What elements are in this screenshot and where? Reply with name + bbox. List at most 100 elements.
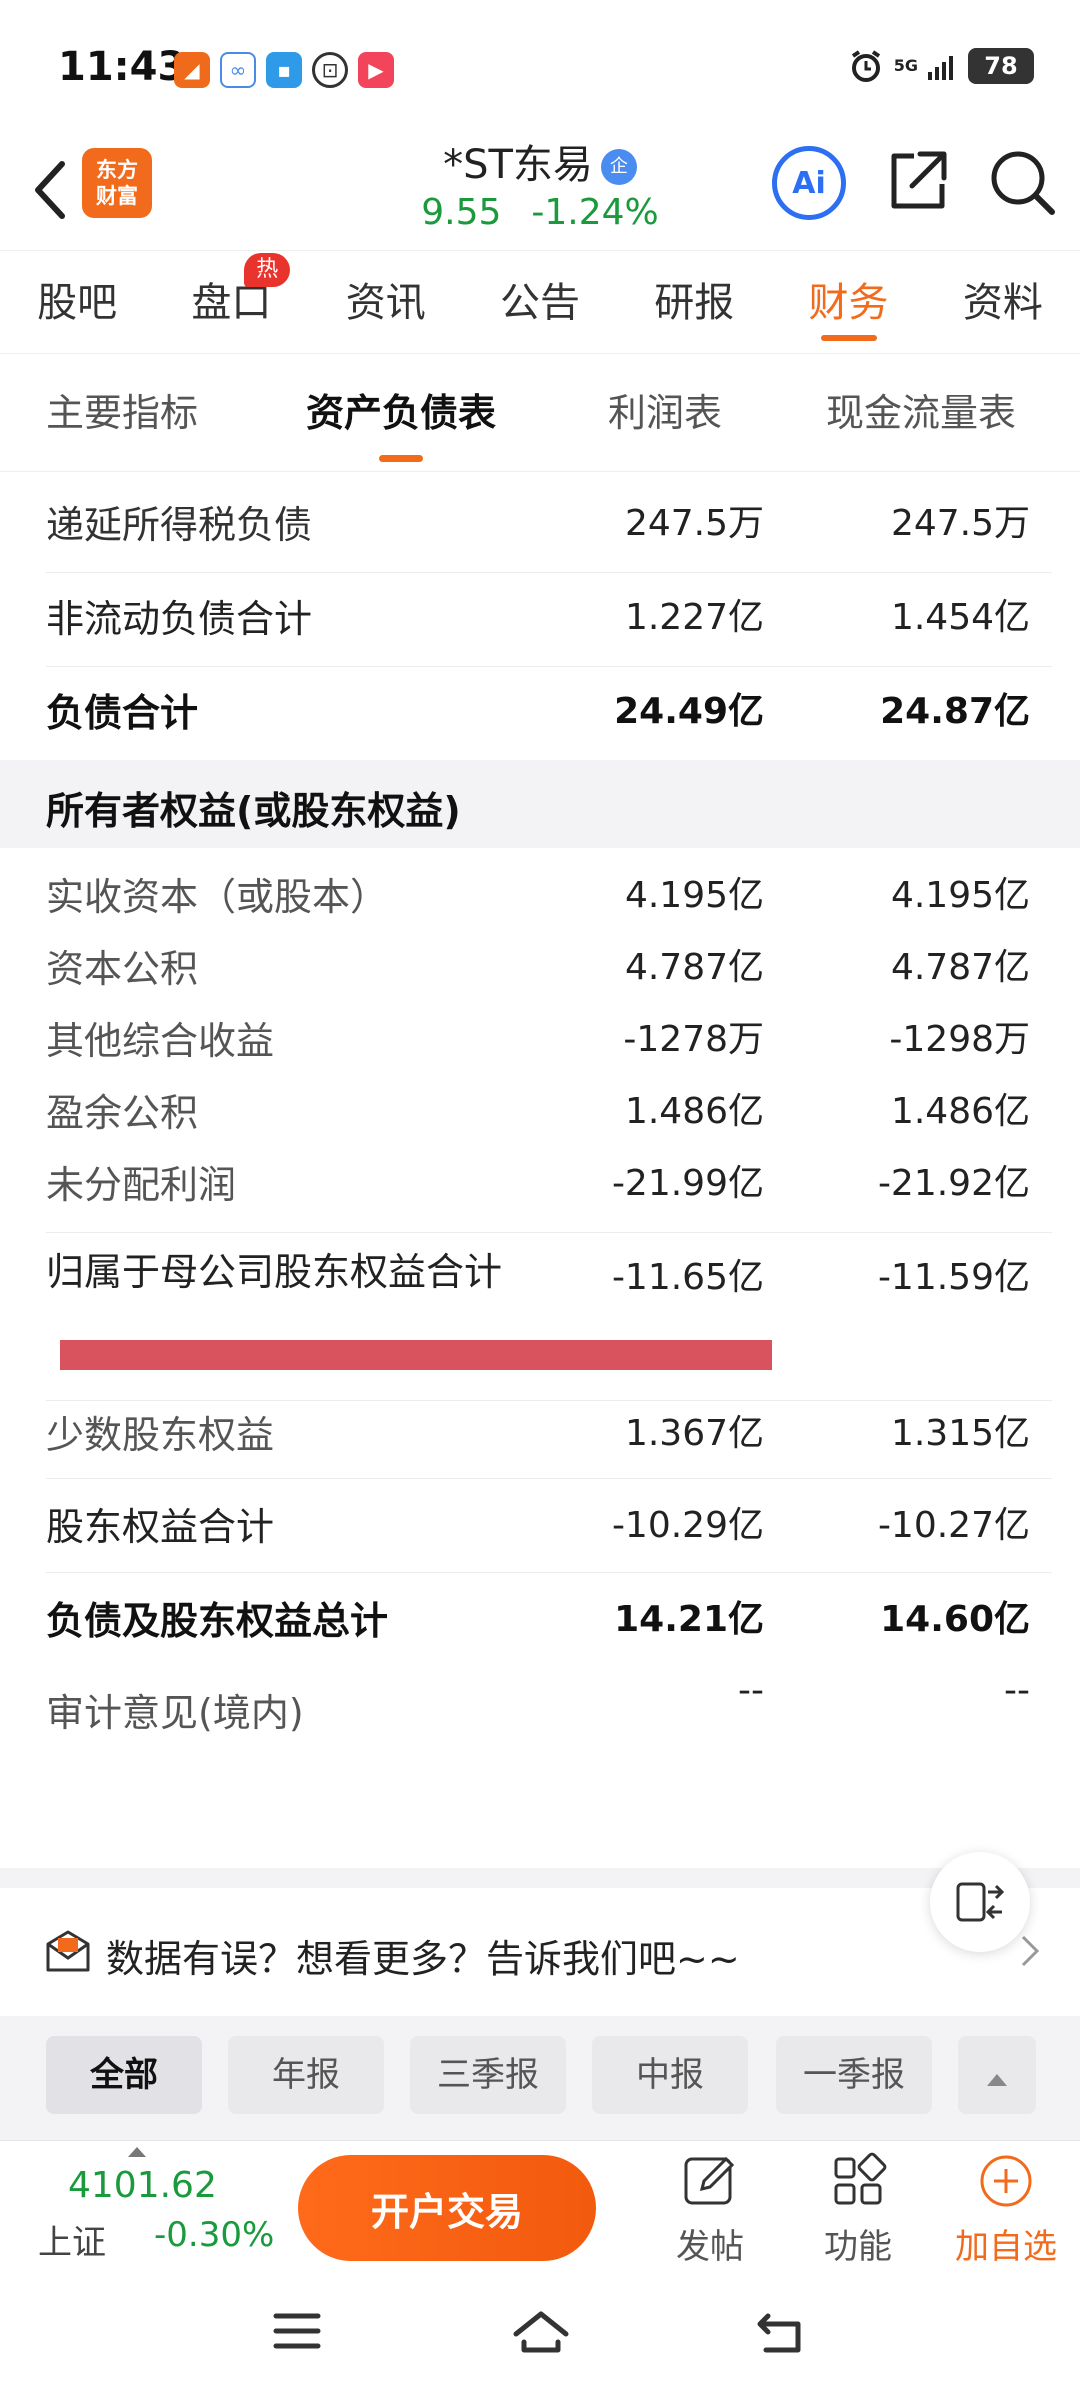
stock-change-pct: -1.24%	[531, 192, 659, 233]
scroll-top-button[interactable]	[958, 2036, 1036, 2114]
tab-finance[interactable]: 财务	[771, 251, 925, 353]
row-value-period-2: 24.87亿	[880, 691, 1030, 732]
row-label: 归属于母公司股东权益合计	[46, 1250, 503, 1294]
stock-header: *ST东易企 9.55 -1.24% 东方 财富 Ai	[0, 140, 1080, 250]
row-value-period-2: 4.195亿	[890, 875, 1030, 916]
subtab-key-metrics[interactable]: 主要指标	[46, 354, 198, 472]
caret-up-icon	[128, 2147, 146, 2157]
bottom-action-bar: 4101.62 上证 -0.30% 开户交易 发帖 功能 加自选	[0, 2140, 1080, 2272]
row-value-period-1: --	[738, 1670, 764, 1711]
subtab-income-statement[interactable]: 利润表	[608, 354, 722, 472]
ai-assistant-button[interactable]: Ai	[772, 146, 846, 220]
row-label: 盈余公积	[46, 1091, 199, 1135]
row-label: 其他综合收益	[46, 1019, 275, 1063]
row-value-period-1: 4.195亿	[624, 875, 764, 916]
tab-research[interactable]: 研报	[617, 251, 771, 353]
search-button[interactable]	[986, 146, 1058, 222]
menu-nav-button[interactable]	[272, 2308, 322, 2358]
row-value-period-2: -1298万	[889, 1019, 1030, 1060]
row-label: 实收资本（或股本）	[46, 875, 389, 919]
tab-pankou[interactable]: 盘口热	[154, 251, 308, 353]
feedback-link[interactable]: 数据有误？想看更多？告诉我们吧~~	[0, 1888, 1080, 2016]
main-tab-bar: 股吧 盘口热 资讯 公告 研报 财务 资料	[0, 250, 1080, 354]
tab-announcements[interactable]: 公告	[463, 251, 617, 353]
feedback-text: 数据有误？想看更多？告诉我们吧~~	[106, 1937, 740, 1981]
filter-interim[interactable]: 中报	[592, 2036, 748, 2114]
row-value-period-1: 4.787亿	[624, 947, 764, 988]
filter-annual[interactable]: 年报	[228, 2036, 384, 2114]
app-notification-icon: ⊡	[312, 52, 348, 88]
row-label: 少数股东权益	[46, 1413, 275, 1457]
row-value-period-2: --	[1004, 1670, 1030, 1711]
post-button[interactable]: 发帖	[650, 2151, 770, 2268]
functions-button[interactable]: 功能	[798, 2151, 918, 2268]
subtab-cash-flow[interactable]: 现金流量表	[826, 354, 1016, 472]
alarm-icon	[851, 50, 880, 82]
home-icon	[513, 2311, 569, 2353]
row-value-period-1: -1278万	[623, 1019, 764, 1060]
system-nav-bar	[0, 2272, 1080, 2400]
verified-badge: 企	[600, 149, 637, 185]
tab-news[interactable]: 资讯	[309, 251, 463, 353]
row-value-period-2: 1.486亿	[890, 1091, 1030, 1132]
row-label: 股东权益合计	[46, 1505, 275, 1549]
row-value-period-1: 24.49亿	[614, 691, 764, 732]
add-watchlist-button[interactable]: 加自选	[946, 2151, 1066, 2268]
chevron-right-icon	[1021, 1935, 1040, 1967]
row-label: 审计意见(境内)	[46, 1691, 304, 1735]
home-nav-button[interactable]	[510, 2308, 572, 2360]
filter-all[interactable]: 全部	[46, 2036, 202, 2114]
index-name[interactable]: 上证	[38, 2215, 106, 2264]
open-account-trade-button[interactable]: 开户交易	[298, 2155, 596, 2261]
battery-indicator: 78	[968, 48, 1034, 84]
row-value-period-2: 247.5万	[890, 503, 1030, 544]
equity-section-header: 所有者权益(或股东权益)	[0, 760, 1080, 848]
row-value-period-2: 1.454亿	[890, 597, 1030, 638]
switch-view-icon	[956, 1882, 1005, 1922]
report-period-filter: 全部 年报 三季报 中报 一季报	[0, 2016, 1080, 2140]
stock-price: 9.55	[421, 192, 502, 233]
row-value-period-2: -11.59亿	[877, 1257, 1030, 1298]
share-button[interactable]	[882, 146, 952, 220]
row-value-period-1: 1.367亿	[624, 1413, 764, 1454]
status-bar: 11:43 ◢ ∞ ▪ ⊡ ▶ 5G 78	[0, 0, 1080, 140]
filter-q1[interactable]: 一季报	[776, 2036, 932, 2114]
app-notification-icon: ▪	[266, 52, 302, 88]
signal-icon	[928, 56, 953, 80]
tab-guba[interactable]: 股吧	[0, 251, 154, 353]
edit-icon	[684, 2156, 735, 2205]
back-button[interactable]	[20, 150, 80, 230]
brand-logo[interactable]: 东方 财富	[82, 148, 152, 218]
row-value-period-1: -11.65亿	[611, 1257, 764, 1298]
row-value-period-1: 1.227亿	[624, 597, 764, 638]
index-change[interactable]: -0.30%	[154, 2215, 274, 2255]
network-type: 5G	[893, 56, 918, 75]
row-label: 资本公积	[46, 947, 199, 991]
search-icon	[991, 151, 1055, 215]
caret-up-icon	[987, 2074, 1007, 2086]
switch-view-button[interactable]	[930, 1852, 1030, 1952]
share-icon	[891, 151, 947, 209]
row-value-period-2: -10.27亿	[877, 1505, 1030, 1546]
tab-profile[interactable]: 资料	[926, 251, 1080, 353]
row-label: 非流动负债合计	[46, 597, 313, 641]
finance-sub-tabs: 主要指标 资产负债表 利润表 现金流量表	[0, 354, 1080, 472]
row-label: 负债合计	[46, 691, 199, 735]
back-nav-icon	[757, 2313, 801, 2353]
row-value-period-1: 1.486亿	[624, 1091, 764, 1132]
row-value-period-2: -21.92亿	[877, 1163, 1030, 1204]
back-nav-button[interactable]	[754, 2308, 806, 2360]
row-value-period-2: 14.60亿	[880, 1599, 1030, 1640]
row-value-period-1: -10.29亿	[611, 1505, 764, 1546]
row-value-period-1: 247.5万	[624, 503, 764, 544]
row-divider	[46, 1400, 1052, 1401]
back-arrow-icon	[35, 161, 65, 219]
index-value[interactable]: 4101.62	[68, 2165, 217, 2206]
grid-icon	[834, 2152, 887, 2205]
filter-q3[interactable]: 三季报	[410, 2036, 566, 2114]
section-title: 所有者权益(或股东权益)	[46, 789, 461, 833]
row-divider	[46, 1572, 1052, 1573]
app-notification-icon: ∞	[220, 52, 256, 88]
app-notification-icon: ◢	[174, 52, 210, 88]
subtab-balance-sheet[interactable]: 资产负债表	[306, 354, 496, 472]
